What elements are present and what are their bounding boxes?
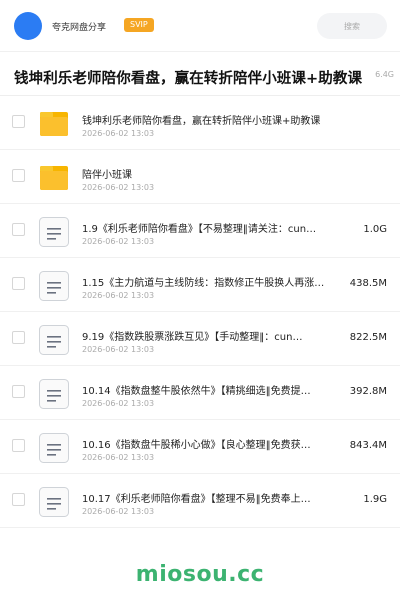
file-date: 2026-06-02 13:03 — [82, 183, 155, 192]
folder-icon — [37, 108, 71, 140]
file-name[interactable]: 10.17《利乐老师陪你看盘》【整理不易‖免费奉上… — [82, 490, 344, 505]
document-icon — [37, 432, 71, 464]
search-input[interactable] — [317, 13, 387, 39]
file-row[interactable]: 陪伴小班课 2026-06-02 13:03 — [0, 150, 400, 204]
site-name: 夸克网盘分享 — [52, 23, 107, 33]
file-row[interactable]: 10.14《指数盘整牛股依然牛》【精挑细选‖免费提… 2026-06-02 13:… — [0, 366, 400, 420]
page-title: 钱坤利乐老师陪你看盘，赢在转折陪伴小班课+助教课 — [14, 71, 363, 87]
document-icon — [37, 270, 71, 302]
row-checkbox[interactable] — [12, 277, 25, 290]
row-checkbox[interactable] — [12, 169, 25, 182]
file-name[interactable]: 10.16《指数盘牛股稀小心做》【良心整理‖免费获… — [82, 436, 344, 451]
folder-size: 6.4G — [375, 70, 394, 79]
document-icon — [37, 216, 71, 248]
file-row[interactable]: 钱坤利乐老师陪你看盘，赢在转折陪伴小班课+助教课 2026-06-02 13:03 — [0, 96, 400, 150]
file-row[interactable]: 10.17《利乐老师陪你看盘》【整理不易‖免费奉上… 2026-06-02 13:… — [0, 474, 400, 528]
file-name[interactable]: 1.9《利乐老师陪你看盘》【不易整理‖请关注：cun… — [82, 220, 344, 235]
document-icon — [37, 324, 71, 356]
file-date: 2026-06-02 13:03 — [82, 345, 155, 354]
file-date: 2026-06-02 13:03 — [82, 129, 155, 138]
file-size: 392.8M — [349, 386, 387, 397]
avatar[interactable] — [14, 12, 42, 40]
file-row[interactable]: 1.9《利乐老师陪你看盘》【不易整理‖请关注：cun… 2026-06-02 13… — [0, 204, 400, 258]
file-size: 438.5M — [349, 278, 387, 289]
header: 夸克网盘分享 SVIP — [0, 0, 400, 52]
folder-icon — [37, 162, 71, 194]
folder-title-bar: 钱坤利乐老师陪你看盘，赢在转折陪伴小班课+助教课 6.4G — [0, 56, 400, 96]
file-date: 2026-06-02 13:03 — [82, 291, 155, 300]
file-row[interactable]: 10.16《指数盘牛股稀小心做》【良心整理‖免费获… 2026-06-02 13:… — [0, 420, 400, 474]
file-date: 2026-06-02 13:03 — [82, 507, 155, 516]
row-checkbox[interactable] — [12, 439, 25, 452]
row-checkbox[interactable] — [12, 223, 25, 236]
document-icon — [37, 486, 71, 518]
file-date: 2026-06-02 13:03 — [82, 399, 155, 408]
row-checkbox[interactable] — [12, 331, 25, 344]
file-name[interactable]: 9.19《指数跌股票涨跌互见》【手动整理‖：cun… — [82, 328, 344, 343]
file-date: 2026-06-02 13:03 — [82, 237, 155, 246]
row-checkbox[interactable] — [12, 385, 25, 398]
watermark: miosou.cc — [135, 562, 265, 587]
file-size: 1.0G — [363, 224, 387, 235]
file-size: 843.4M — [349, 440, 387, 451]
file-name[interactable]: 钱坤利乐老师陪你看盘，赢在转折陪伴小班课+助教课 — [82, 112, 344, 127]
file-size: 1.9G — [363, 494, 387, 505]
file-row[interactable]: 9.19《指数跌股票涨跌互见》【手动整理‖：cun… 2026-06-02 13:… — [0, 312, 400, 366]
svip-badge: SVIP — [124, 18, 154, 32]
row-checkbox[interactable] — [12, 115, 25, 128]
file-size: 822.5M — [349, 332, 387, 343]
file-name[interactable]: 陪伴小班课 — [82, 166, 344, 181]
file-name[interactable]: 10.14《指数盘整牛股依然牛》【精挑细选‖免费提… — [82, 382, 344, 397]
file-date: 2026-06-02 13:03 — [82, 453, 155, 462]
row-checkbox[interactable] — [12, 493, 25, 506]
file-row[interactable]: 1.15《主力航道与主线防线：指数修正牛股换人再涨… 2026-06-02 13:… — [0, 258, 400, 312]
file-list: 钱坤利乐老师陪你看盘，赢在转折陪伴小班课+助教课 2026-06-02 13:03… — [0, 96, 400, 528]
file-name[interactable]: 1.15《主力航道与主线防线：指数修正牛股换人再涨… — [82, 274, 344, 289]
document-icon — [37, 378, 71, 410]
